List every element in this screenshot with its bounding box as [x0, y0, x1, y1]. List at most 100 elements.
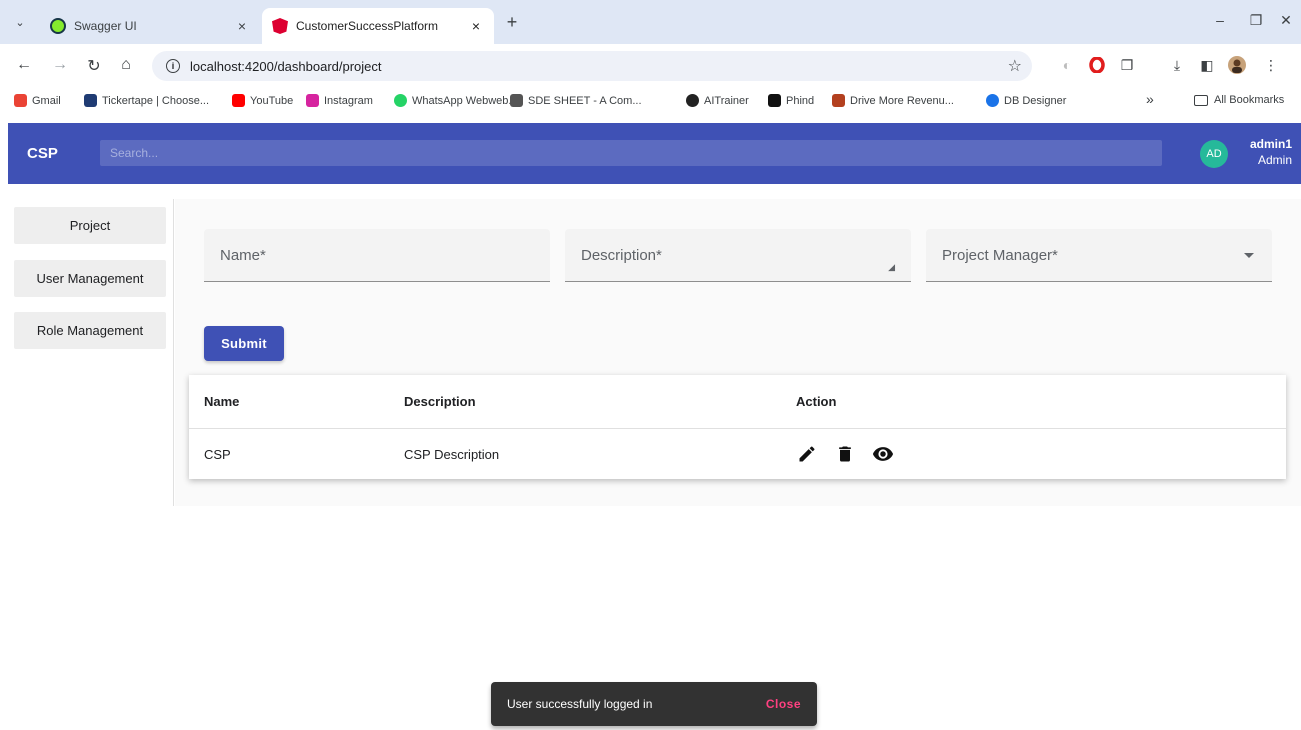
bookmark-label: Phind [786, 94, 815, 107]
sidebar: Project User Management Role Management [8, 199, 174, 506]
restore-icon[interactable]: ❐ [1246, 12, 1266, 29]
site-info-icon[interactable]: i [166, 59, 180, 73]
edit-pencil-icon[interactable] [796, 443, 818, 465]
table-row: CSP CSP Description [189, 429, 1286, 479]
search-input[interactable] [100, 140, 1162, 166]
bookmark-aitrainer[interactable]: AITrainer [686, 94, 749, 107]
aitrainer-icon [686, 94, 699, 107]
browser-tab-bar: ⌄ Swagger UI × CustomerSuccessPlatform ×… [0, 0, 1301, 44]
kebab-menu-icon[interactable]: ⋮ [1262, 56, 1280, 74]
user-name: admin1 [1249, 137, 1292, 151]
tickertape-icon [84, 94, 97, 107]
close-icon[interactable]: × [468, 18, 484, 34]
bookmark-db-designer[interactable]: DB Designer [986, 94, 1066, 107]
side-panel-icon[interactable]: ◧ [1198, 56, 1216, 74]
bookmarks-bar: Gmail Tickertape | Choose... YouTube Ins… [0, 88, 1301, 116]
project-name-cell: CSP [204, 446, 231, 462]
close-icon[interactable]: × [234, 18, 250, 34]
angular-icon [272, 18, 288, 34]
bookmark-youtube[interactable]: YouTube [232, 94, 293, 107]
project-manager-select[interactable]: Project Manager* [926, 229, 1272, 282]
bookmark-drive-more-revenue[interactable]: Drive More Revenu... [832, 94, 954, 107]
project-page: Name* Description* ◢ Project Manager* Su… [175, 199, 1301, 506]
url-text: localhost:4200/dashboard/project [190, 58, 382, 74]
bookmark-label: Instagram [324, 94, 373, 107]
tab-search-chevron-icon[interactable]: ⌄ [8, 10, 32, 34]
forward-arrow-icon[interactable]: → [50, 56, 70, 74]
bookmark-sde-sheet[interactable]: SDE SHEET - A Com... [510, 94, 642, 107]
bookmark-gmail[interactable]: Gmail [14, 94, 61, 107]
reload-icon[interactable]: ↻ [84, 56, 104, 76]
home-icon[interactable]: ⌂ [116, 56, 136, 74]
sde-sheet-icon [510, 94, 523, 107]
back-arrow-icon[interactable]: ← [14, 56, 34, 74]
bookmark-label: WhatsApp Webweb... [412, 94, 518, 107]
description-field-label: Description* [581, 247, 662, 264]
bookmark-phind[interactable]: Phind [768, 94, 814, 107]
bookmark-label: AITrainer [704, 94, 749, 107]
window-close-icon[interactable]: ✕ [1276, 12, 1296, 29]
folder-icon [1194, 94, 1208, 106]
app-logo[interactable]: CSP [27, 145, 58, 162]
submit-button[interactable]: Submit [204, 326, 284, 361]
app-header: CSP AD admin1 Admin [8, 123, 1301, 184]
tab-title: CustomerSuccessPlatform [296, 19, 439, 33]
download-icon[interactable]: ⤓ [1168, 56, 1186, 74]
bookmark-label: Gmail [32, 94, 61, 107]
bookmark-tickertape[interactable]: Tickertape | Choose... [84, 94, 209, 107]
youtube-icon [232, 94, 245, 107]
swagger-icon [50, 18, 66, 34]
phind-icon [768, 94, 781, 107]
tab-title: Swagger UI [74, 19, 137, 33]
minimize-icon[interactable]: – [1210, 12, 1230, 28]
view-eye-icon[interactable] [872, 443, 894, 465]
puzzle-extensions-icon[interactable]: ❐ [1118, 56, 1136, 74]
browser-tab-customer-success[interactable]: CustomerSuccessPlatform × [262, 8, 494, 44]
opera-extension-icon[interactable] [1088, 56, 1106, 74]
projects-table: Name Description Action CSP CSP Descript… [189, 375, 1286, 479]
snackbar-message: User successfully logged in [507, 697, 653, 711]
sidebar-item-role-management[interactable]: Role Management [14, 312, 166, 349]
bookmark-star-icon[interactable]: ☆ [1008, 56, 1022, 76]
snackbar-close-button[interactable]: Close [766, 697, 801, 711]
dropdown-arrow-icon[interactable] [1244, 253, 1254, 258]
profile-avatar-icon[interactable] [1228, 56, 1246, 74]
drive-revenue-icon [832, 94, 845, 107]
sidebar-item-project[interactable]: Project [14, 207, 166, 244]
column-header-description[interactable]: Description [404, 375, 476, 428]
resize-handle-icon[interactable]: ◢ [888, 262, 895, 273]
project-description-cell: CSP Description [404, 446, 500, 462]
bookmark-whatsapp[interactable]: WhatsApp Webweb... [394, 94, 518, 107]
bookmark-label: DB Designer [1004, 94, 1067, 107]
delete-trash-icon[interactable] [834, 443, 856, 465]
bookmark-label: All Bookmarks [1214, 94, 1285, 106]
login-snackbar: User successfully logged in Close [491, 682, 817, 726]
user-role: Admin [1257, 153, 1292, 167]
new-tab-button[interactable]: + [500, 12, 524, 33]
action-cell [796, 429, 910, 479]
table-header-row: Name Description Action [189, 375, 1286, 429]
column-header-action: Action [796, 394, 837, 409]
column-header-name[interactable]: Name [204, 375, 239, 428]
bookmark-label: Tickertape | Choose... [102, 94, 209, 107]
gmail-icon [14, 94, 27, 107]
description-field[interactable]: Description* ◢ [565, 229, 911, 282]
browser-tab-swagger[interactable]: Swagger UI × [40, 8, 260, 44]
address-bar[interactable]: i localhost:4200/dashboard/project ☆ [152, 51, 1032, 81]
name-field[interactable]: Name* [204, 229, 550, 282]
name-field-label: Name* [220, 247, 266, 264]
extension-icon[interactable]: ◐ [1058, 56, 1076, 74]
project-manager-label: Project Manager* [942, 247, 1058, 264]
bookmark-label: YouTube [250, 94, 294, 107]
bookmarks-overflow-button[interactable]: » [1146, 91, 1154, 107]
sidebar-item-user-management[interactable]: User Management [14, 260, 166, 297]
database-icon [986, 94, 999, 107]
bookmark-label: Drive More Revenu... [850, 94, 954, 107]
whatsapp-icon [394, 94, 407, 107]
all-bookmarks-button[interactable]: All Bookmarks [1194, 94, 1284, 106]
bookmark-instagram[interactable]: Instagram [306, 94, 373, 107]
instagram-icon [306, 94, 319, 107]
browser-toolbar: ← → ↻ ⌂ i localhost:4200/dashboard/proje… [0, 44, 1301, 88]
bookmark-label: SDE SHEET - A Com... [528, 94, 642, 107]
avatar[interactable]: AD [1200, 140, 1228, 168]
